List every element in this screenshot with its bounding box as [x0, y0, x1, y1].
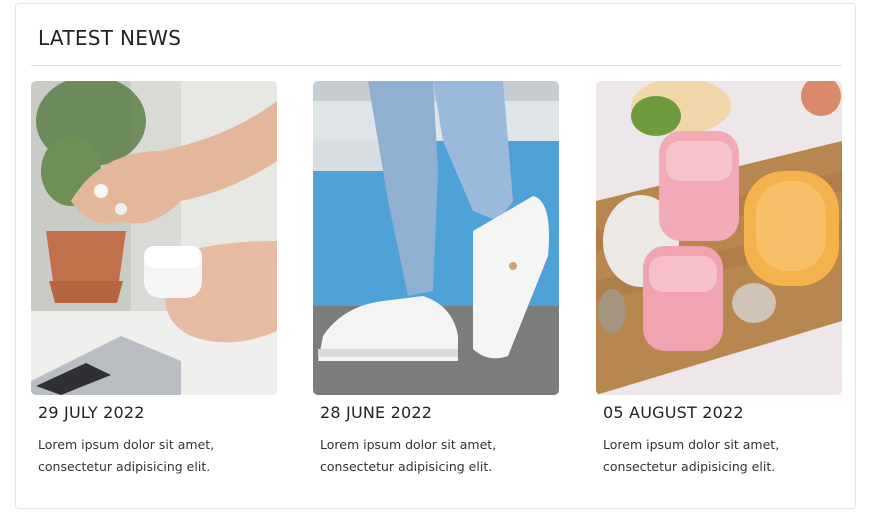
news-image-sneakers[interactable] [313, 81, 559, 395]
news-image-earbuds[interactable] [31, 81, 277, 395]
news-date: 28 JUNE 2022 [320, 403, 433, 422]
title-divider [31, 65, 842, 66]
news-card-1[interactable]: 29 JULY 2022 Lorem ipsum dolor sit amet,… [31, 81, 277, 478]
news-text: Lorem ipsum dolor sit amet, consectetur … [603, 437, 780, 474]
section-title: LATEST NEWS [38, 26, 182, 50]
news-card-3[interactable]: 05 AUGUST 2022 Lorem ipsum dolor sit ame… [596, 81, 842, 478]
latest-news-panel: LATEST NEWS 29 JULY 2022 Lorem ipsum dol… [15, 3, 856, 509]
news-text: Lorem ipsum dolor sit amet, consectetur … [320, 437, 497, 474]
news-date: 29 JULY 2022 [38, 403, 145, 422]
news-date: 05 AUGUST 2022 [603, 403, 744, 422]
news-image-cosmetics[interactable] [596, 81, 842, 395]
news-text: Lorem ipsum dolor sit amet, consectetur … [38, 437, 215, 474]
news-card-2[interactable]: 28 JUNE 2022 Lorem ipsum dolor sit amet,… [313, 81, 559, 478]
